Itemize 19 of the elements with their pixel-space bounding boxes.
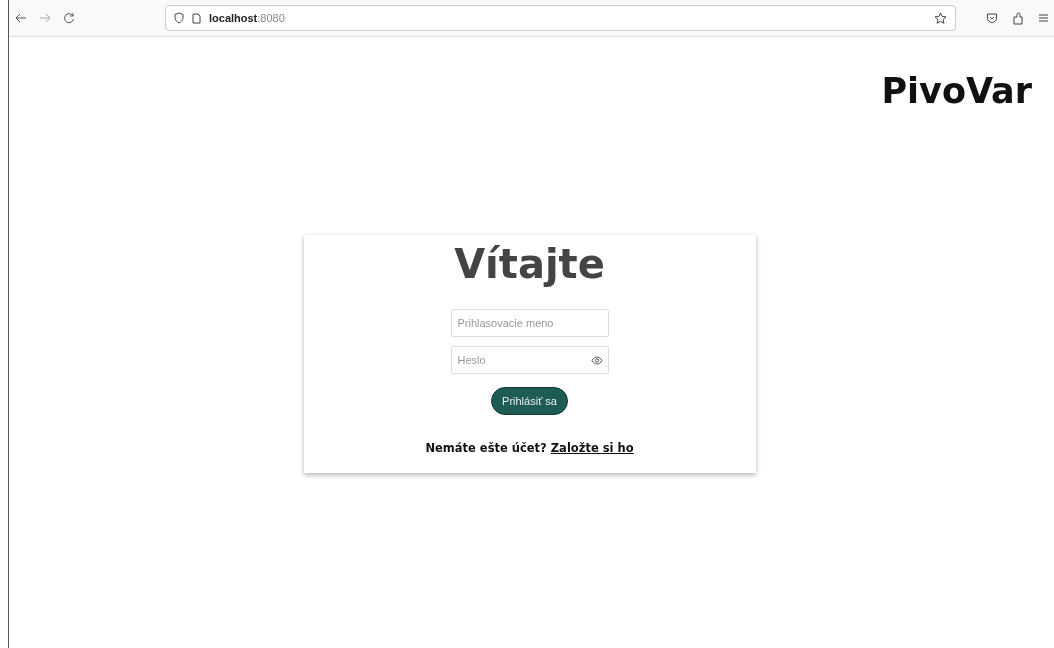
url-port: :8080 xyxy=(257,12,285,24)
password-field[interactable]: Heslo xyxy=(450,346,609,374)
address-bar[interactable]: localhost:8080 xyxy=(165,5,956,31)
menu-icon[interactable] xyxy=(1038,11,1048,24)
reload-icon[interactable] xyxy=(63,12,75,24)
star-icon[interactable] xyxy=(934,11,947,25)
puzzle-icon[interactable] xyxy=(1012,11,1024,25)
shield-icon xyxy=(174,12,184,24)
brand-title: PivoVar xyxy=(881,71,1032,113)
welcome-heading: Vítajte xyxy=(454,241,605,287)
page-icon xyxy=(192,12,201,24)
username-field[interactable]: Prihlasovacie meno xyxy=(450,309,609,337)
signup-prompt: Nemáte ešte účet? Založte si ho xyxy=(425,441,634,455)
back-icon[interactable] xyxy=(15,12,27,24)
url-host: localhost xyxy=(209,12,258,24)
pocket-icon[interactable] xyxy=(986,11,998,24)
eye-icon[interactable] xyxy=(590,356,603,365)
login-button[interactable]: Prihlásiť sa xyxy=(491,387,568,415)
signup-link[interactable]: Založte si ho xyxy=(550,441,634,455)
